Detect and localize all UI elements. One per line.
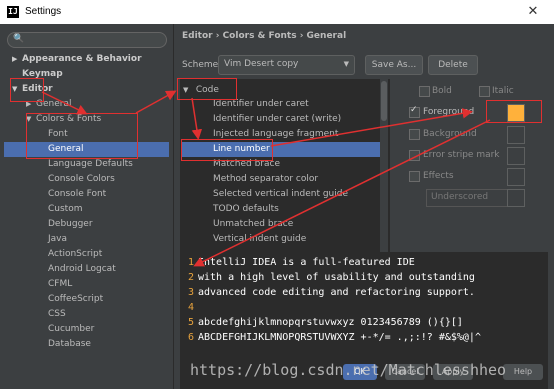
- attributes-list: ▼ Code Identifier under caret Identifier…: [180, 79, 390, 273]
- chevron-right-icon: ▶: [12, 55, 18, 63]
- list-scrollbar[interactable]: [380, 79, 388, 273]
- window-title: Settings: [25, 6, 62, 17]
- italic-label: Italic: [492, 86, 514, 96]
- sidebar-item-console-colors[interactable]: Console Colors: [48, 172, 115, 187]
- sidebar-item-cucumber[interactable]: Cucumber: [48, 322, 94, 337]
- save-as-button[interactable]: Save As...: [365, 55, 423, 75]
- sidebar-item-custom[interactable]: Custom: [48, 202, 82, 217]
- foreground-checkbox[interactable]: [409, 105, 420, 118]
- effect-type-value: Underscored: [431, 192, 489, 202]
- annotation-box-foreground-color: [486, 100, 542, 123]
- sidebar-item-actionscript[interactable]: ActionScript: [48, 247, 102, 262]
- effects-checkbox[interactable]: [409, 171, 420, 182]
- sidebar-item-label: Appearance & Behavior: [22, 54, 142, 64]
- background-color-swatch[interactable]: [507, 126, 525, 144]
- foreground-label: Foreground: [423, 107, 475, 117]
- sidebar-item-cfml[interactable]: CFML: [48, 277, 72, 292]
- list-item[interactable]: Selected vertical indent guide: [213, 187, 348, 202]
- sidebar-item-appearance[interactable]: ▶ Appearance & Behavior: [12, 52, 142, 67]
- preview-line: 5 abcdefghijklmnopqrstuvwxyz 0123456789 (…: [180, 315, 463, 330]
- close-icon[interactable]: ✕: [522, 3, 544, 21]
- list-item[interactable]: Vertical indent guide: [213, 232, 306, 247]
- effect-color-swatch[interactable]: [507, 189, 525, 207]
- error-stripe-label: Error stripe mark: [423, 150, 500, 160]
- list-item[interactable]: Unmatched brace: [213, 217, 293, 232]
- breadcrumb: Editor › Colors & Fonts › General: [182, 31, 347, 41]
- line-number: 2: [187, 272, 194, 283]
- line-number: 1: [187, 257, 194, 268]
- effects-label: Effects: [423, 171, 454, 181]
- chevron-down-icon: ▼: [343, 60, 349, 68]
- intellij-icon: IJ: [7, 6, 19, 18]
- line-text: with a high level of usability and outst…: [198, 272, 475, 283]
- preview-line: 6 ABCDEFGHIJKLMNOPQRSTUVWXYZ +-*/= .,;:!?…: [180, 330, 481, 345]
- italic-checkbox[interactable]: [479, 86, 490, 97]
- line-number: 6: [187, 332, 194, 343]
- title-bar: IJ Settings ✕: [0, 0, 554, 24]
- list-item[interactable]: TODO defaults: [213, 202, 279, 217]
- sidebar-item-coffeescript[interactable]: CoffeeScript: [48, 292, 103, 307]
- preview-line: 4: [180, 300, 198, 315]
- error-stripe-color-swatch[interactable]: [507, 147, 525, 165]
- sidebar-item-debugger[interactable]: Debugger: [48, 217, 93, 232]
- list-item[interactable]: Method separator color: [213, 172, 318, 187]
- annotation-box-colors-fonts: [26, 113, 138, 159]
- line-text: IntelliJ IDEA is a full-featured IDE: [198, 257, 415, 268]
- scheme-value: Vim Desert copy: [224, 59, 299, 69]
- background-label: Background: [423, 129, 477, 139]
- bold-label: Bold: [432, 86, 452, 96]
- scrollbar-thumb[interactable]: [381, 81, 387, 121]
- error-stripe-checkbox[interactable]: [409, 150, 420, 161]
- annotation-box-code: [177, 78, 237, 100]
- sidebar-item-language-defaults[interactable]: Language Defaults: [48, 157, 133, 172]
- effects-color-swatch[interactable]: [507, 168, 525, 186]
- list-item[interactable]: Identifier under caret (write): [213, 112, 341, 127]
- sidebar-item-console-font[interactable]: Console Font: [48, 187, 106, 202]
- scheme-label: Scheme:: [182, 60, 222, 70]
- line-text: ABCDEFGHIJKLMNOPQRSTUVWXYZ +-*/= .,;:!? …: [198, 332, 481, 343]
- effect-type-select[interactable]: Underscored ▼: [426, 189, 520, 207]
- background-checkbox[interactable]: [409, 129, 420, 140]
- line-number: 4: [187, 302, 194, 313]
- sidebar-item-css[interactable]: CSS: [48, 307, 66, 322]
- bold-checkbox[interactable]: [419, 86, 430, 97]
- annotation-box-editor: [10, 78, 44, 102]
- preview-line: 3 advanced code editing and refactoring s…: [180, 285, 475, 300]
- delete-button[interactable]: Delete: [428, 55, 478, 75]
- sidebar-item-android-logcat[interactable]: Android Logcat: [48, 262, 116, 277]
- annotation-box-line-number: [181, 139, 273, 161]
- preview-line: 2 with a high level of usability and outs…: [180, 270, 475, 285]
- search-icon: 🔍: [13, 34, 25, 44]
- sidebar-item-java[interactable]: Java: [48, 232, 67, 247]
- help-button[interactable]: Help: [503, 364, 543, 380]
- line-number: 5: [187, 317, 194, 328]
- line-number: 3: [187, 287, 194, 298]
- line-text: advanced code editing and refactoring su…: [198, 287, 475, 298]
- search-input[interactable]: 🔍: [7, 32, 167, 48]
- line-text: abcdefghijklmnopqrstuvwxyz 0123456789 ()…: [198, 317, 463, 328]
- sidebar-item-database[interactable]: Database: [48, 337, 91, 352]
- watermark-text: https://blog.csdn.net/Matchlesshheo: [190, 361, 507, 379]
- scheme-select[interactable]: Vim Desert copy ▼: [218, 55, 355, 75]
- preview-line: 1 IntelliJ IDEA is a full-featured IDE: [180, 255, 415, 270]
